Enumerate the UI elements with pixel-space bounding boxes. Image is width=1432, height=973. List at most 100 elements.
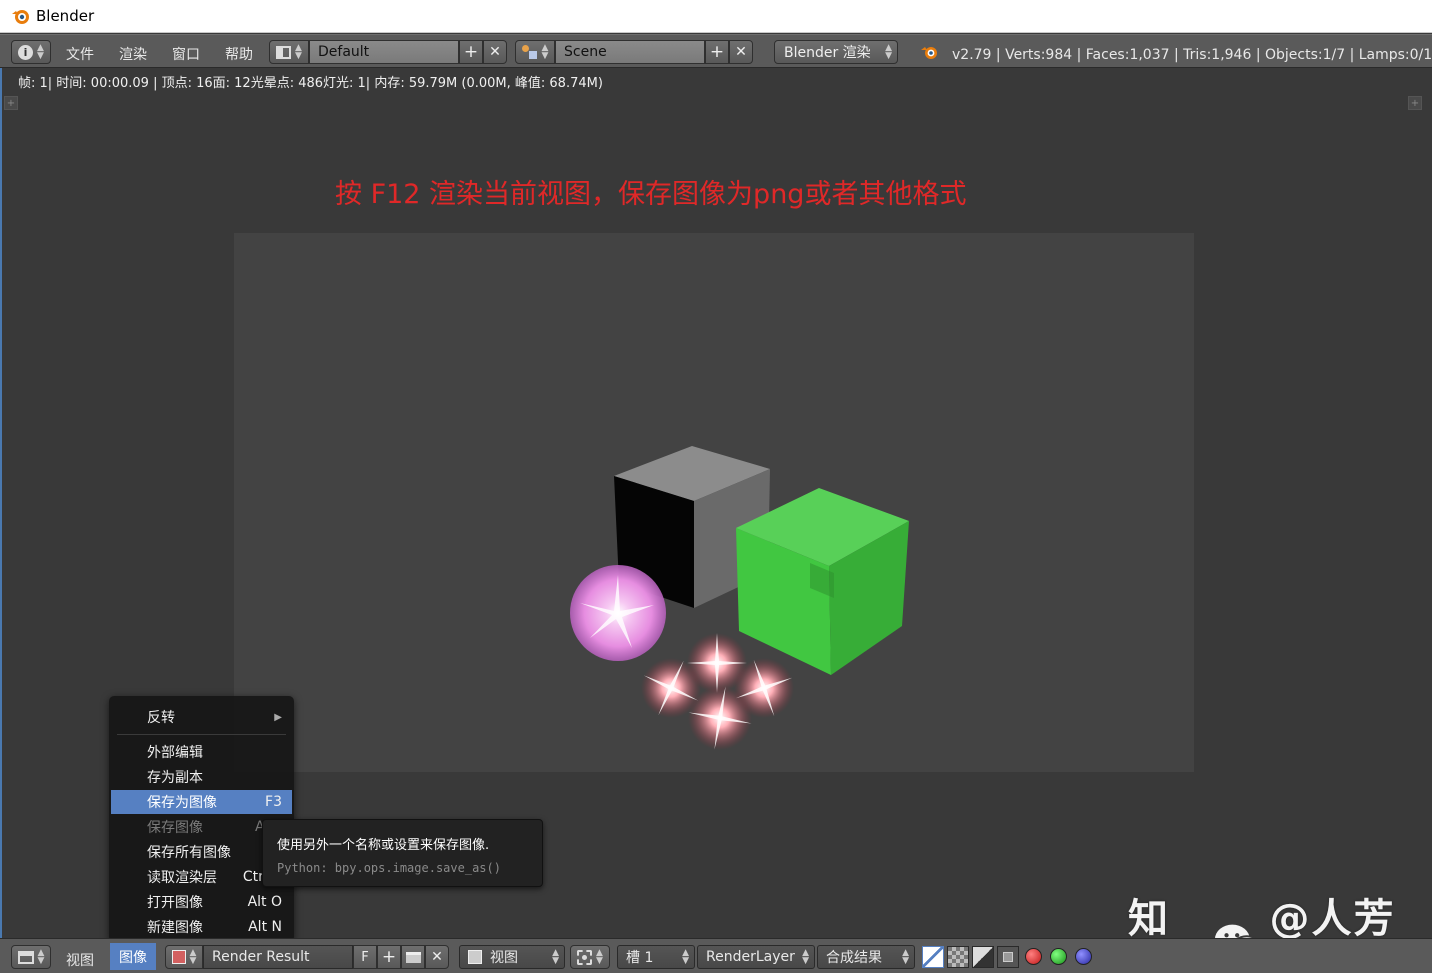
blender-logo-icon (12, 10, 29, 24)
menu-item-save-copy[interactable]: 存为副本 (111, 765, 292, 789)
menu-item-shortcut: Alt N (248, 919, 282, 935)
menu-item-save-as-image[interactable]: 保存为图像 F3 (111, 790, 292, 814)
updown-arrows-icon: ▲ ▼ (682, 948, 689, 966)
close-icon: ✕ (431, 949, 443, 965)
render-engine-select[interactable]: Blender 渲染 ▲ ▼ (774, 40, 898, 64)
image-icon (468, 950, 482, 964)
info-header: i ▲ ▼ 文件 渲染 窗口 帮助 ▲ ▼ Default + ✕ ▲ ▼ Scene… (0, 34, 1432, 68)
slot-label: 槽 1 (626, 950, 654, 966)
folder-icon (405, 951, 421, 963)
menu-item-open-image[interactable]: 打开图像 Alt O (111, 890, 292, 914)
updown-arrows-icon: ▲ ▼ (596, 948, 603, 966)
new-image-button[interactable]: + (377, 945, 401, 969)
slot-select[interactable]: 槽 1 ▲ ▼ (617, 945, 695, 969)
render-pass-select[interactable]: 合成结果 ▲ ▼ (817, 945, 915, 969)
image-icon (171, 950, 186, 964)
menu-item-new-image[interactable]: 新建图像 Alt N (111, 915, 292, 939)
menu-item-label: 存为副本 (147, 770, 203, 786)
menu-item-label: 外部编辑 (147, 745, 203, 761)
draw-color-alpha-icon[interactable] (922, 946, 944, 968)
menu-file[interactable]: 文件 (66, 44, 94, 64)
area-corner-handle[interactable]: + (4, 96, 18, 110)
close-icon: ✕ (735, 44, 747, 60)
scene-stats: v2.79 | Verts:984 | Faces:1,037 | Tris:1… (952, 47, 1432, 63)
fake-user-label: F (361, 949, 369, 965)
green-cube (736, 488, 909, 675)
menu-item-label: 反转 (147, 710, 175, 726)
draw-zbuffer-icon[interactable] (972, 946, 994, 968)
menu-item-label: 保存为图像 (147, 795, 217, 811)
editor-type-button[interactable]: i ▲ ▼ (11, 40, 51, 64)
menu-item-invert[interactable]: 反转 ▶ (111, 705, 292, 729)
plus-icon: + (709, 42, 725, 62)
red-channel-icon[interactable] (1025, 948, 1042, 965)
image-editor-icon (17, 950, 34, 964)
updown-arrows-icon: ▲ ▼ (885, 43, 892, 61)
submenu-arrow-icon: ▶ (274, 711, 282, 723)
updown-arrows-icon: ▲ ▼ (552, 948, 559, 966)
image-editor-header: ▲ ▼ 视图 图像 ▲ ▼ Render Result F + ✕ 视图 ▲ ▼ ▲ ▼… (0, 938, 1432, 973)
menu-help[interactable]: 帮助 (225, 44, 253, 64)
draw-color-icon[interactable] (997, 946, 1019, 968)
updown-arrows-icon: ▲ ▼ (295, 43, 302, 61)
scene-icon (521, 45, 538, 59)
view-mode-label: 视图 (490, 950, 518, 966)
render-result-canvas[interactable] (234, 233, 1194, 772)
menu-window[interactable]: 窗口 (172, 44, 200, 64)
menu-item-label: 打开图像 (147, 895, 203, 911)
blue-channel-icon[interactable] (1075, 948, 1092, 965)
menu-image[interactable]: 图像 (110, 943, 156, 970)
delete-scene-button[interactable]: ✕ (729, 40, 753, 64)
screen-layout-field[interactable]: Default (309, 40, 459, 64)
close-icon: ✕ (489, 44, 501, 60)
pivot-icon (577, 949, 593, 965)
menu-image-label: 图像 (119, 949, 147, 966)
pink-halo-sphere (570, 565, 666, 661)
star-flares (641, 633, 794, 750)
updown-arrows-icon: ▲ ▼ (37, 948, 45, 966)
render-layer-select[interactable]: RenderLayer ▲ ▼ (697, 945, 815, 969)
draw-alpha-checker-icon[interactable] (947, 946, 969, 968)
image-browse-button[interactable]: ▲ ▼ (165, 945, 203, 969)
updown-arrows-icon: ▲ ▼ (802, 948, 809, 966)
menu-item-external-edit[interactable]: 外部编辑 (111, 740, 292, 764)
menu-item-shortcut: Alt O (247, 894, 282, 910)
menu-item-shortcut: F3 (265, 794, 282, 810)
blender-logo-icon (921, 47, 937, 59)
screen-layout-browse-button[interactable]: ▲ ▼ (269, 40, 309, 64)
window-title: Blender (36, 7, 95, 25)
updown-arrows-icon: ▲ ▼ (37, 43, 44, 61)
pivot-select[interactable]: ▲ ▼ (570, 945, 610, 969)
render-scene-image (570, 446, 909, 750)
info-icon: i (18, 44, 34, 60)
image-name-field[interactable]: Render Result (203, 945, 353, 969)
add-screen-button[interactable]: + (459, 40, 483, 64)
tooltip-python: Python: bpy.ops.image.save_as() (277, 861, 501, 875)
menu-view[interactable]: 视图 (66, 950, 94, 970)
plus-icon: + (463, 42, 479, 62)
view-mode-select[interactable]: 视图 ▲ ▼ (459, 945, 565, 969)
green-channel-icon[interactable] (1050, 948, 1067, 965)
layout-grid-icon (276, 45, 292, 59)
window-titlebar: Blender (0, 0, 1432, 33)
tooltip: 使用另外一个名称或设置来保存图像. Python: bpy.ops.image.… (262, 819, 543, 887)
render-info-text: 帧: 1| 时间: 00:00.09 | 顶点: 16面: 12光晕点: 486… (18, 76, 603, 91)
unlink-image-button[interactable]: ✕ (425, 945, 449, 969)
delete-screen-button[interactable]: ✕ (483, 40, 507, 64)
open-image-button[interactable] (401, 945, 425, 969)
menu-render[interactable]: 渲染 (119, 44, 147, 64)
updown-arrows-icon: ▲ ▼ (902, 948, 909, 966)
add-scene-button[interactable]: + (705, 40, 729, 64)
editor-type-button[interactable]: ▲ ▼ (11, 945, 51, 969)
updown-arrows-icon: ▲ ▼ (189, 948, 197, 966)
scene-field[interactable]: Scene (555, 40, 705, 64)
updown-arrows-icon: ▲ ▼ (541, 43, 549, 61)
annotation-text: 按 F12 渲染当前视图，保存图像为png或者其他格式 (335, 179, 967, 210)
scene-browse-button[interactable]: ▲ ▼ (515, 40, 555, 64)
area-corner-handle[interactable]: + (1408, 96, 1422, 110)
fake-user-button[interactable]: F (353, 945, 377, 969)
render-pass-label: 合成结果 (826, 950, 882, 966)
render-engine-label: Blender 渲染 (784, 45, 871, 61)
menu-item-label: 新建图像 (147, 920, 203, 936)
plus-icon: + (381, 947, 397, 967)
